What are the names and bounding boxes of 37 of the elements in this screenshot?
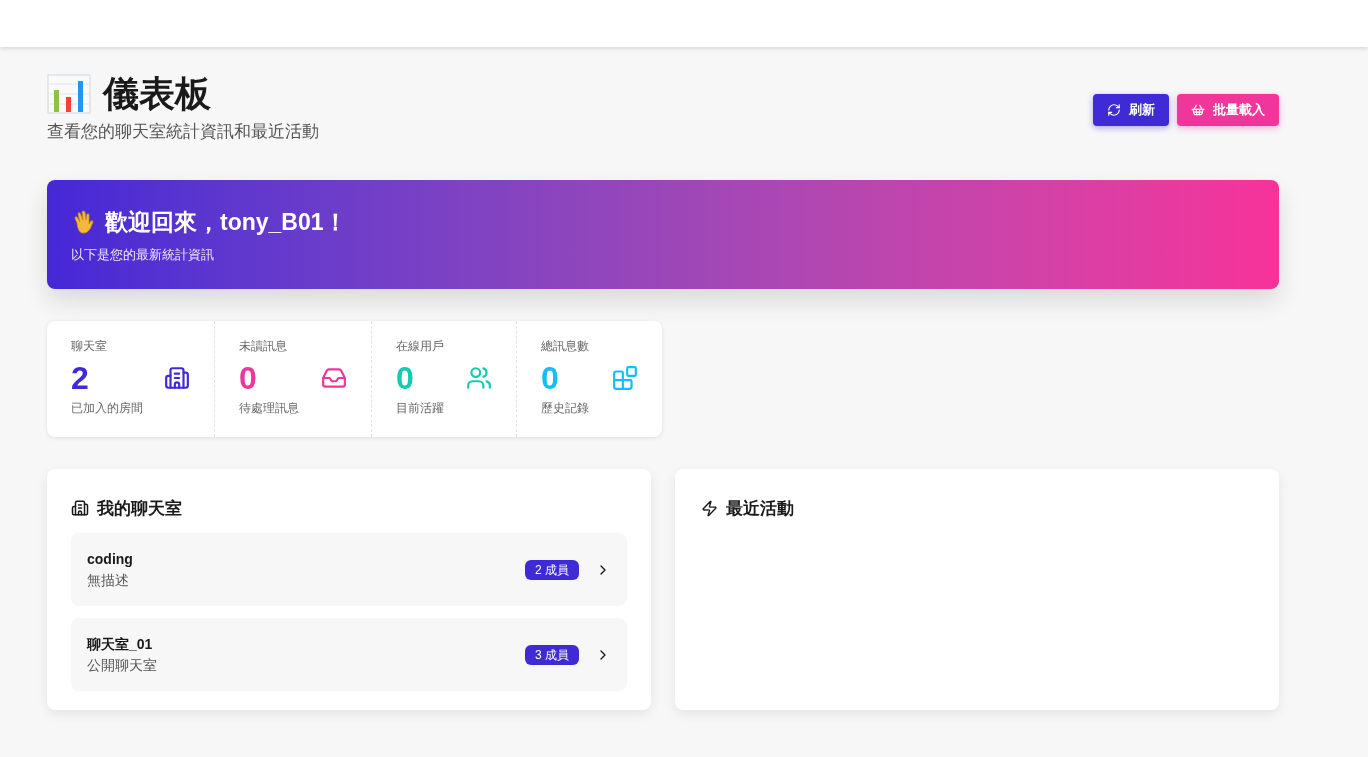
stat-caption: 歷史記錄 [541, 399, 590, 417]
building-icon [71, 499, 89, 518]
page-subtitle: 查看您的聊天室統計資訊和最近活動 [47, 121, 319, 143]
welcome-subtitle: 以下是您的最新統計資訊 [71, 246, 215, 264]
welcome-title: 歡迎回來，tony_B01！ [105, 207, 347, 237]
lightning-icon [701, 499, 718, 517]
room-item[interactable]: coding 無描述 2 成員 [71, 533, 627, 606]
users-icon [466, 364, 492, 391]
refresh-icon [1107, 103, 1121, 117]
bar-chart-icon [47, 74, 91, 114]
stat-label: 未讀訊息 [239, 337, 288, 355]
stat-caption: 已加入的房間 [71, 399, 144, 417]
stat-caption: 目前活躍 [396, 399, 445, 417]
activity-title: 最近活動 [726, 497, 794, 520]
room-description: 公開聊天室 [87, 655, 157, 675]
stat-value: 0 [239, 358, 257, 397]
stat-label: 在線用戶 [396, 337, 445, 355]
waving-hand-icon [71, 208, 97, 235]
member-count: 2 成員 [525, 559, 579, 580]
stat-value: 2 [71, 358, 89, 397]
bulk-load-button[interactable]: 批量載入 [1177, 94, 1279, 126]
room-description: 無描述 [87, 570, 130, 590]
page-title: 儀表板 [103, 72, 211, 116]
stat-label: 總訊息數 [541, 337, 590, 355]
room-name: 聊天室_01 [87, 634, 154, 654]
stat-caption: 待處理訊息 [239, 399, 300, 417]
stat-label: 聊天室 [71, 337, 108, 355]
rooms-icon [164, 364, 190, 391]
room-name: coding [87, 549, 133, 569]
blocks-icon [612, 364, 638, 391]
stat-value: 0 [541, 358, 559, 397]
stat-value: 0 [396, 358, 414, 397]
member-count: 3 成員 [525, 644, 579, 665]
rooms-title: 我的聊天室 [97, 497, 182, 520]
basket-icon [1191, 103, 1205, 117]
refresh-button[interactable]: 刷新 [1093, 94, 1169, 126]
room-item[interactable]: 聊天室_01 公開聊天室 3 成員 [71, 618, 627, 691]
